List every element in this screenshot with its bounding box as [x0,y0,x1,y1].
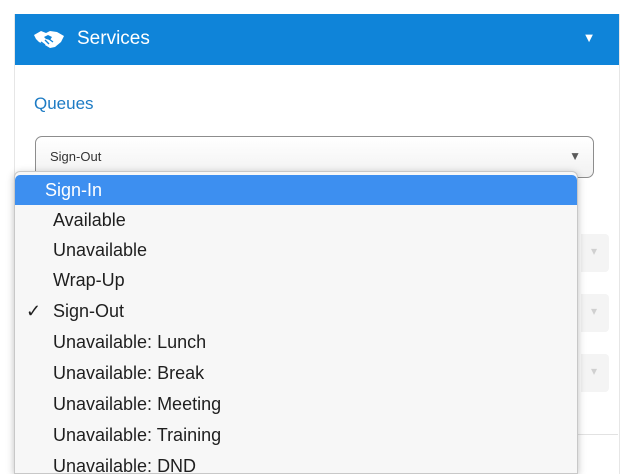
option-label: Unavailable: Training [53,425,222,445]
option-label: Sign-Out [53,301,125,321]
checkmark-icon: ✓ [26,301,42,321]
option-label: Unavailable [53,240,148,260]
queue-status-dropdown[interactable]: Sign-In Available Unavailable Wrap-Up ✓ … [14,171,578,474]
option-unavailable-lunch[interactable]: Unavailable: Lunch [15,327,577,357]
faded-arrow-icon: ▾ [591,304,598,318]
faded-arrow-icon: ▾ [591,244,598,258]
option-wrap-up[interactable]: Wrap-Up [15,265,577,295]
divider-line [578,434,618,435]
services-header[interactable]: Services ▼ [15,14,619,65]
option-available[interactable]: Available [15,205,577,235]
option-unavailable-break[interactable]: Unavailable: Break [15,358,577,388]
dropdown-arrow-icon: ▼ [569,149,581,163]
selected-queue-status: Sign-Out [50,149,102,164]
option-label: Sign-In [45,180,103,200]
services-title: Services [77,28,150,49]
option-label: Unavailable: DND [53,456,197,474]
hidden-select-field[interactable]: ▾ [581,294,609,332]
option-sign-out[interactable]: ✓ Sign-Out [15,296,577,326]
option-unavailable-training[interactable]: Unavailable: Training [15,420,577,450]
option-unavailable-meeting[interactable]: Unavailable: Meeting [15,389,577,419]
services-page: Services ▼ Queues Sign-Out ▼ ▾ ▾ ▾ Sign-… [0,0,630,474]
option-label: Unavailable: Break [53,363,205,383]
option-label: Unavailable: Meeting [53,394,222,414]
faded-arrow-icon: ▾ [591,364,598,378]
caret-down-icon[interactable]: ▼ [581,30,597,46]
option-sign-in[interactable]: Sign-In [15,175,577,205]
option-label: Unavailable: Lunch [53,332,207,352]
hidden-select-field[interactable]: ▾ [581,354,609,392]
option-unavailable[interactable]: Unavailable [15,235,577,265]
queues-label: Queues [34,94,94,113]
handshake-icon [33,28,65,50]
hidden-select-field[interactable]: ▾ [581,234,609,272]
option-label: Available [53,210,126,230]
option-label: Wrap-Up [53,270,125,290]
option-unavailable-dnd[interactable]: Unavailable: DND [15,451,577,474]
